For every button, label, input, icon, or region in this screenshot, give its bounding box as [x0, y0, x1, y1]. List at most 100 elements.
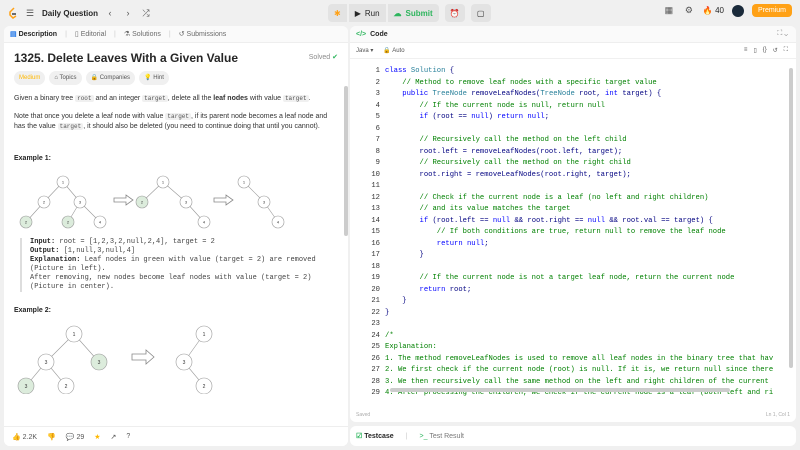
tab-submissions[interactable]: ↺ Submissions: [179, 30, 227, 38]
star-icon: ★: [94, 433, 101, 441]
svg-text:2: 2: [203, 384, 206, 390]
tab-testcase[interactable]: ☑ Testcase: [356, 432, 394, 440]
example-1-block: Input: root = [1,2,3,2,null,2,4], target…: [20, 238, 338, 292]
leetcode-logo[interactable]: [8, 7, 18, 19]
problem-statement: Given a binary tree root and an integer …: [14, 95, 311, 102]
problem-note: Note that once you delete a leaf node wi…: [14, 113, 328, 130]
problem-list-icon[interactable]: ☰: [24, 7, 36, 19]
svg-text:3: 3: [25, 384, 28, 390]
tab-test-result[interactable]: >_ Test Result: [420, 433, 464, 440]
example-2-title: Example 2:: [14, 307, 51, 314]
timer-button[interactable]: ⏰: [444, 4, 465, 22]
settings-icon[interactable]: ⚙: [683, 5, 695, 17]
tab-editorial[interactable]: ▯ Editorial: [75, 30, 106, 38]
doc-icon: ▤: [10, 31, 17, 38]
avatar[interactable]: [731, 4, 744, 17]
code-vertical-scrollbar[interactable]: [789, 68, 793, 368]
tag-icon: ⌂: [54, 75, 58, 81]
layout-icon[interactable]: ▦: [663, 5, 675, 17]
reset-icon[interactable]: ↺: [773, 47, 778, 54]
thumbs-down-icon: 👎: [47, 433, 56, 441]
share-icon: ↗: [110, 433, 117, 441]
svg-text:2: 2: [65, 384, 68, 390]
shuffle-icon[interactable]: ⤮: [140, 7, 152, 19]
tab-description[interactable]: ▤ Description: [10, 30, 57, 38]
test-panel: ☑ Testcase | >_ Test Result: [350, 426, 796, 446]
language-bar: Java ▾ 🔒 Auto ≡ ▯ {} ↺ ⛶: [350, 43, 796, 59]
code-horizontal-scrollbar[interactable]: [390, 388, 730, 392]
next-problem-icon[interactable]: ›: [122, 7, 134, 19]
help-button[interactable]: ?: [126, 433, 130, 440]
like-button[interactable]: 👍 2.2K: [12, 433, 37, 441]
example-2-diagram: 1 3 3 3 2 1 3 2: [17, 325, 213, 395]
code-panel: </> Code ⛶ ⌄ Java ▾ 🔒 Auto ≡ ▯ {} ↺ ⛶ 1 …: [350, 26, 796, 422]
favorite-button[interactable]: ★: [94, 433, 100, 441]
line-numbers: 1 2 3 4 5 6 7 8 9 10 11 12 13 14 15 16 1…: [371, 67, 380, 396]
arrow-right-icon: [131, 349, 155, 365]
submit-button[interactable]: ☁ Submit: [387, 4, 439, 22]
companies-badge[interactable]: 🔒 Companies: [85, 71, 136, 85]
solved-status: Solved ✔: [308, 54, 338, 61]
prev-problem-icon[interactable]: ‹: [104, 7, 116, 19]
svg-text:3: 3: [183, 360, 186, 366]
tab-solutions[interactable]: ⚗ Solutions: [124, 30, 161, 38]
comments-button[interactable]: 💬 29: [66, 433, 84, 441]
svg-text:1: 1: [203, 332, 206, 338]
top-bar: ☰ Daily Question ‹ › ⤮ ✱ ▶ Run ☁ Submit ⏰ …: [0, 0, 800, 26]
problem-title[interactable]: 1325. Delete Leaves With a Given Value: [14, 52, 238, 64]
tab-code[interactable]: Code: [370, 31, 388, 38]
problem-description: 1325. Delete Leaves With a Given Value S…: [4, 43, 348, 398]
example-1-diagram: 12 3 224 12 34 134: [19, 175, 285, 229]
difficulty-badge: Medium: [14, 71, 46, 85]
description-panel: ▤ Description | ▯ Editorial | ⚗ Solution…: [4, 26, 348, 446]
debug-button[interactable]: ✱: [328, 4, 347, 22]
note-icon: ▢: [476, 8, 485, 18]
history-icon: ↺: [178, 31, 185, 38]
streak-counter[interactable]: 🔥 40: [703, 6, 724, 15]
thumbs-up-icon: 👍: [12, 433, 21, 441]
share-button[interactable]: ↗: [111, 433, 117, 441]
lock-icon: 🔒: [90, 75, 99, 81]
fire-icon: 🔥: [702, 6, 713, 15]
alarm-icon: ⏰: [449, 8, 460, 18]
autosave-toggle[interactable]: 🔒 Auto: [383, 47, 404, 54]
description-tabs: ▤ Description | ▯ Editorial | ⚗ Solution…: [4, 26, 348, 43]
dislike-button[interactable]: 👎: [47, 433, 56, 441]
description-footer: 👍 2.2K 👎 💬 29 ★ ↗ ?: [4, 426, 348, 446]
bookmark-icon[interactable]: ▯: [753, 47, 756, 54]
flask-icon: ⚗: [123, 31, 131, 38]
fullscreen-icon[interactable]: ⛶: [784, 47, 788, 54]
question-icon: ?: [126, 433, 131, 440]
book-icon: ▯: [74, 31, 79, 38]
hint-badge[interactable]: 💡 Hint: [139, 71, 169, 85]
comment-icon: 💬: [65, 433, 75, 441]
save-status: Saved: [356, 412, 371, 418]
bug-icon: ✱: [334, 8, 341, 18]
check-circle-icon: ✔: [332, 54, 338, 61]
cloud-upload-icon: ☁: [393, 8, 402, 18]
braces-icon[interactable]: {}: [763, 47, 767, 54]
daily-question-title[interactable]: Daily Question: [42, 9, 98, 18]
terminal-icon: >_: [419, 432, 428, 440]
topics-badge[interactable]: ⌂ Topics: [49, 71, 82, 85]
code-tabs: </> Code ⛶ ⌄: [350, 26, 796, 43]
lock-icon: 🔒: [383, 48, 391, 54]
format-icon[interactable]: ≡: [744, 47, 748, 54]
checkbox-icon: ☑: [356, 433, 363, 440]
play-icon: ▶: [354, 8, 361, 18]
premium-button[interactable]: Premium: [751, 4, 792, 17]
code-editor[interactable]: 1 2 3 4 5 6 7 8 9 10 11 12 13 14 15 16 1…: [350, 66, 796, 396]
example-1-title: Example 1:: [14, 155, 51, 162]
source-code[interactable]: class Solution { // Method to remove lea…: [385, 66, 773, 396]
maximize-icon[interactable]: ⛶: [777, 30, 782, 37]
svg-text:3: 3: [98, 360, 101, 366]
cursor-position: Ln 1, Col 1: [765, 412, 790, 418]
collapse-icon[interactable]: ⌄: [784, 30, 788, 37]
lightbulb-icon: 💡: [144, 75, 152, 81]
notes-button[interactable]: ▢: [470, 4, 491, 22]
run-button[interactable]: ▶ Run: [348, 4, 386, 22]
code-icon: </>: [356, 30, 367, 38]
language-select[interactable]: Java ▾: [356, 47, 373, 54]
description-scrollbar[interactable]: [344, 86, 348, 236]
arrow-right-icon: [113, 194, 234, 206]
